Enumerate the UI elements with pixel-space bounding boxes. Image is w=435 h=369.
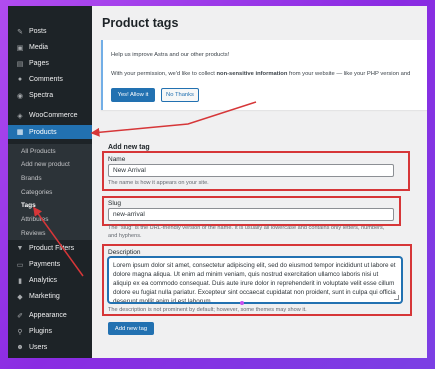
sidebar-item-label: Appearance [29, 312, 67, 319]
sidebar-item-users[interactable]: ☻ Users [8, 341, 92, 354]
notice-line-1: Help us improve Astra and our other prod… [111, 52, 230, 58]
pin-icon: ✎ [17, 28, 23, 36]
sidebar-item-media[interactable]: ▣ Media [8, 41, 92, 54]
sidebar-item-marketing[interactable]: ◆ Marketing [8, 290, 92, 303]
sidebar-item-plugins[interactable]: ⚲ Plugins [8, 325, 92, 338]
sidebar-item-label: Comments [29, 76, 63, 83]
no-thanks-button[interactable]: No Thanks [161, 88, 199, 102]
astra-notice: Help us improve Astra and our other prod… [101, 40, 427, 110]
mouse-cursor [240, 301, 244, 305]
sidebar-item-appearance[interactable]: ✐ Appearance [8, 309, 92, 322]
sidebar-item-products[interactable]: ▦ Products [8, 125, 92, 139]
submenu-tags[interactable]: Tags [21, 202, 36, 209]
sidebar-item-label: Plugins [29, 328, 52, 335]
allow-button[interactable]: Yes! Allow it [111, 88, 155, 102]
sidebar-item-label: Analytics [29, 277, 58, 284]
appearance-icon: ✐ [17, 312, 23, 320]
submenu-attributes[interactable]: Attributes [21, 216, 48, 223]
filter-icon: ▼ [16, 245, 24, 252]
spectra-icon: ◉ [16, 92, 24, 100]
comment-icon: ● [17, 76, 23, 83]
main-content: Product tags Help us improve Astra and o… [92, 6, 427, 358]
name-label: Name [108, 156, 126, 163]
admin-sidebar: ✎ Posts ▣ Media ▤ Pages ● Comments ◉ Spe… [8, 6, 92, 358]
description-text: Lorem ipsum dolor sit amet, consectetur … [113, 262, 396, 303]
sidebar-item-payments[interactable]: ▭ Payments [8, 258, 92, 271]
sidebar-item-comments[interactable]: ● Comments [8, 73, 92, 86]
analytics-icon: ▮ [18, 277, 22, 285]
sidebar-item-label: Users [29, 344, 48, 351]
products-icon: ▦ [16, 129, 24, 136]
name-help: The name is how it appears on your site. [108, 180, 209, 186]
sidebar-item-label: Marketing [29, 293, 60, 300]
slug-help: The “slug” is the URL-friendly version o… [108, 225, 385, 239]
products-submenu: All Products Add new product Brands Cate… [8, 144, 92, 240]
submenu-categories[interactable]: Categories [21, 189, 52, 196]
pages-icon: ▤ [16, 60, 24, 68]
submenu-reviews[interactable]: Reviews [21, 230, 46, 237]
sidebar-item-label: Pages [29, 60, 49, 67]
sidebar-item-label: Posts [29, 28, 47, 35]
sidebar-item-pages[interactable]: ▤ Pages [8, 57, 92, 70]
sidebar-item-label: WooCommerce [29, 112, 78, 119]
add-new-tag-heading: Add new tag [108, 144, 150, 151]
description-textarea[interactable]: Lorem ipsum dolor sit amet, consectetur … [108, 257, 402, 303]
sidebar-item-label: Media [29, 44, 49, 51]
submenu-add-new-product[interactable]: Add new product [21, 161, 70, 168]
notice-line-2: With your permission, we'd like to colle… [111, 71, 411, 77]
slug-label: Slug [108, 200, 122, 207]
media-icon: ▣ [16, 44, 24, 52]
plugins-icon: ⚲ [17, 328, 23, 336]
users-icon: ☻ [16, 344, 24, 351]
page-title: Product tags [102, 16, 179, 30]
description-help: The description is not prominent by defa… [108, 307, 307, 313]
sidebar-item-woocommerce[interactable]: ◈ WooCommerce [8, 109, 92, 122]
sidebar-item-product-filters[interactable]: ▼ Product Filters [8, 242, 92, 255]
slug-field[interactable]: new-arrival [108, 208, 394, 221]
sidebar-item-analytics[interactable]: ▮ Analytics [8, 274, 92, 287]
sidebar-item-label: Product Filters [29, 245, 75, 252]
woocommerce-icon: ◈ [17, 112, 23, 120]
sidebar-item-label: Payments [29, 261, 61, 268]
description-label: Description [108, 249, 141, 256]
sidebar-item-label: Spectra [29, 92, 54, 99]
marketing-icon: ◆ [17, 293, 23, 301]
submenu-all-products[interactable]: All Products [21, 148, 56, 155]
sidebar-item-posts[interactable]: ✎ Posts [8, 25, 92, 38]
payments-icon: ▭ [16, 261, 24, 269]
add-new-tag-button[interactable]: Add new tag [108, 322, 154, 335]
browser-frame: ✎ Posts ▣ Media ▤ Pages ● Comments ◉ Spe… [8, 6, 427, 358]
submenu-brands[interactable]: Brands [21, 175, 42, 182]
sidebar-item-label: Products [29, 128, 57, 136]
resize-handle[interactable] [394, 295, 399, 300]
sidebar-item-spectra[interactable]: ◉ Spectra [8, 89, 92, 102]
name-field[interactable]: New Arrival [108, 164, 394, 177]
